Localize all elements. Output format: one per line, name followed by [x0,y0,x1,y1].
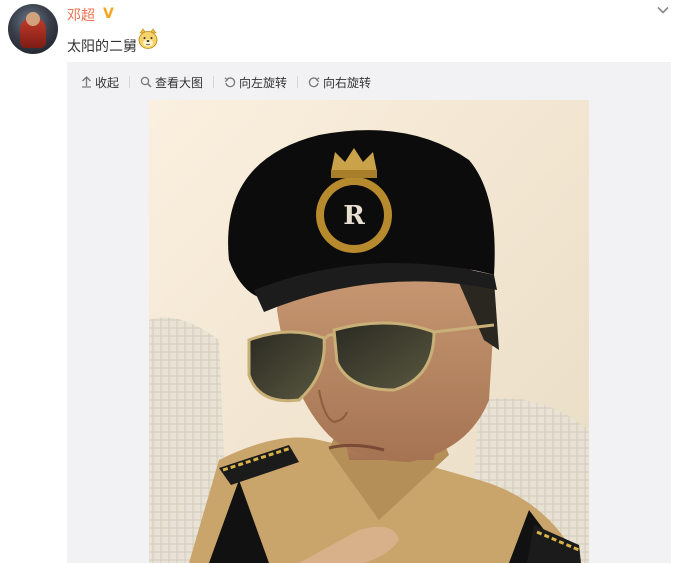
collapse-label: 收起 [95,75,120,90]
post-text: 太阳的二舅 [67,39,137,55]
toolbar-divider [213,76,215,88]
rotate-right-label: 向右旋转 [323,75,372,90]
verified-badge-icon[interactable]: V [103,7,117,21]
toolbar-divider [129,76,131,88]
rotate-right-button[interactable]: 向右旋转 [308,74,371,91]
view-large-label: 查看大图 [155,75,204,90]
chevron-down-icon[interactable] [656,3,670,17]
post-photo[interactable]: R [149,100,589,563]
magnifier-icon [140,76,152,88]
rotate-left-icon [224,77,236,88]
rotate-left-label: 向左旋转 [239,75,288,90]
rotate-right-icon [308,77,320,88]
doge-emoji-icon [138,28,158,49]
media-panel: 收起 查看大图 向左旋转 向右旋转 R [67,62,671,563]
author-avatar[interactable] [8,4,58,54]
toolbar-divider [297,76,299,88]
media-toolbar: 收起 查看大图 向左旋转 向右旋转 [81,74,371,90]
view-large-button[interactable]: 查看大图 [140,74,203,91]
collapse-button[interactable]: 收起 [81,74,119,91]
svg-text:R: R [343,201,365,231]
author-name-link[interactable]: 邓超 [67,5,95,25]
rotate-left-button[interactable]: 向左旋转 [224,74,287,91]
collapse-up-icon [82,76,91,88]
avatar-head [26,12,40,26]
